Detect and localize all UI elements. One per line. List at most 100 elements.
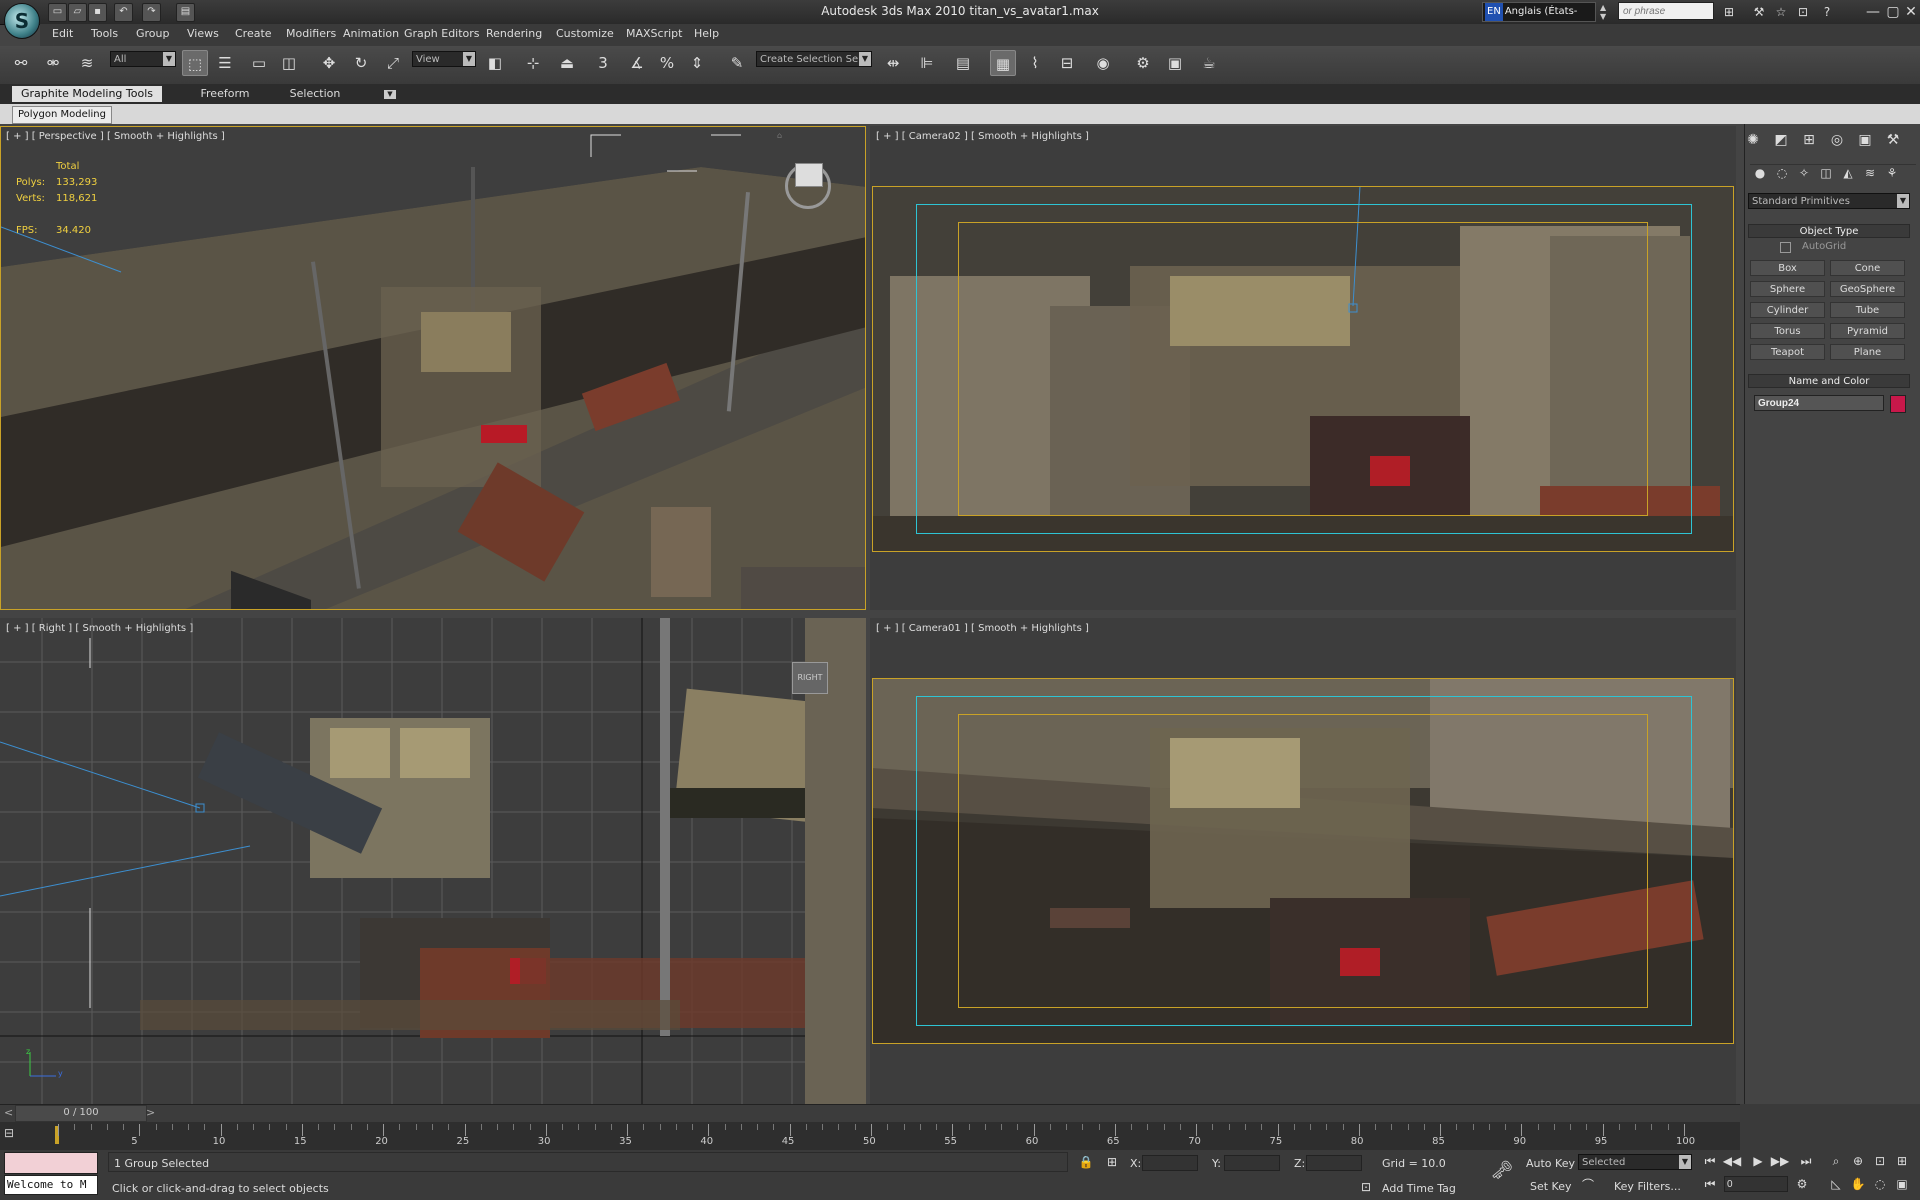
communication-icon[interactable]: ⊡ — [1794, 3, 1812, 21]
graphite-toggle-icon[interactable]: ▦ — [990, 50, 1016, 76]
rendered-frame-window-icon[interactable]: ▣ — [1162, 50, 1188, 76]
time-slider-next[interactable]: > — [146, 1106, 155, 1119]
field-of-view-icon[interactable]: ◺ — [1826, 1175, 1846, 1193]
maxscript-listener-bottom[interactable]: Welcome to M — [4, 1175, 98, 1195]
next-frame-icon[interactable]: ▶▶ — [1770, 1152, 1790, 1170]
object-name-input[interactable] — [1754, 395, 1884, 411]
polygon-modeling-panel[interactable]: Polygon Modeling — [12, 106, 112, 124]
binoculars-icon[interactable]: ⊞ — [1720, 3, 1738, 21]
mini-curve-editor-icon[interactable]: ⊟ — [4, 1126, 20, 1140]
language-indicator[interactable]: ENAnglais (États-Unis) — [1482, 2, 1596, 35]
helpers-icon[interactable]: ◭ — [1838, 164, 1858, 182]
goto-start-icon[interactable]: ⏮ — [1700, 1152, 1720, 1170]
time-slider-prev[interactable]: < — [4, 1106, 13, 1119]
default-tangent-icon[interactable]: ⌒ — [1578, 1176, 1598, 1194]
favorites-icon[interactable]: ☆ — [1772, 3, 1790, 21]
key-filters-button[interactable]: Key Filters... — [1614, 1180, 1681, 1193]
close-button[interactable]: ✕ — [1900, 2, 1920, 22]
time-configuration-icon[interactable]: ⚙ — [1792, 1175, 1812, 1193]
tube-button[interactable]: Tube — [1830, 302, 1905, 318]
sphere-button[interactable]: Sphere — [1750, 281, 1825, 297]
spinner-snap-icon[interactable]: ⇕ — [684, 50, 710, 76]
motion-tab-icon[interactable]: ◎ — [1826, 130, 1848, 150]
maximize-viewport-icon[interactable]: ▣ — [1892, 1175, 1912, 1193]
shapes-icon[interactable]: ◌ — [1772, 164, 1792, 182]
absolute-mode-icon[interactable]: ⊞ — [1102, 1153, 1122, 1171]
select-and-rotate-icon[interactable]: ↻ — [348, 50, 374, 76]
pyramid-button[interactable]: Pyramid — [1830, 323, 1905, 339]
material-editor-icon[interactable]: ◉ — [1090, 50, 1116, 76]
select-and-link-icon[interactable]: ⚯ — [8, 50, 34, 76]
menu-views[interactable]: Views — [187, 27, 219, 40]
utilities-tab-icon[interactable]: ⚒ — [1882, 130, 1904, 150]
set-key-button[interactable]: Set Key — [1530, 1180, 1572, 1193]
menu-modifiers[interactable]: Modifiers — [286, 27, 336, 40]
systems-icon[interactable]: ⚘ — [1882, 164, 1902, 182]
primitive-category-dropdown[interactable]: Standard Primitives — [1748, 193, 1910, 209]
time-tag-icon[interactable]: ⊡ — [1356, 1178, 1376, 1196]
angle-snap-icon[interactable]: ∡ — [624, 50, 650, 76]
viewcube[interactable] — [795, 163, 823, 187]
time-slider[interactable] — [0, 1104, 1740, 1123]
zoom-all-icon[interactable]: ⊕ — [1848, 1152, 1868, 1170]
geosphere-button[interactable]: GeoSphere — [1830, 281, 1905, 297]
select-and-move-icon[interactable]: ✥ — [316, 50, 342, 76]
key-mode-toggle-icon[interactable]: ⏮ — [1700, 1175, 1720, 1193]
menu-help[interactable]: Help — [694, 27, 719, 40]
menu-group[interactable]: Group — [136, 27, 170, 40]
tab-freeform[interactable]: Freeform — [190, 86, 260, 102]
play-icon[interactable]: ▶ — [1748, 1152, 1768, 1170]
autogrid-checkbox[interactable] — [1780, 242, 1791, 253]
ribbon-options-icon[interactable]: ▼ — [384, 90, 396, 99]
viewport-camera01[interactable] — [870, 618, 1736, 1104]
bind-to-space-warp-icon[interactable]: ≋ — [74, 50, 100, 76]
viewport-label-camera01[interactable]: [ + ] [ Camera01 ] [ Smooth + Highlights… — [876, 623, 1089, 634]
zoom-icon[interactable]: ⌕ — [1826, 1152, 1846, 1170]
viewport-camera02[interactable] — [870, 126, 1736, 610]
add-time-tag[interactable]: Add Time Tag — [1382, 1182, 1456, 1195]
keyboard-shortcut-toggle-icon[interactable]: ⏏ — [554, 50, 580, 76]
previous-frame-icon[interactable]: ◀◀ — [1722, 1152, 1742, 1170]
zoom-extents-all-icon[interactable]: ⊞ — [1892, 1152, 1912, 1170]
viewcube-right[interactable]: RIGHT — [792, 662, 828, 694]
set-key-icon[interactable]: 🗝 — [1490, 1162, 1514, 1180]
unlink-icon[interactable]: ⚮ — [40, 50, 66, 76]
window-crossing-icon[interactable]: ◫ — [276, 50, 302, 76]
create-tab-icon[interactable]: ✺ — [1742, 130, 1764, 150]
named-selection-dropdown[interactable]: Create Selection Se — [756, 51, 872, 67]
select-and-manipulate-icon[interactable]: ⊹ — [520, 50, 546, 76]
auto-key-button[interactable]: Auto Key — [1526, 1157, 1575, 1170]
cone-button[interactable]: Cone — [1830, 260, 1905, 276]
layer-manager-icon[interactable]: ▤ — [950, 50, 976, 76]
tab-selection[interactable]: Selection — [280, 86, 350, 102]
menu-tools[interactable]: Tools — [91, 27, 118, 40]
home-icon[interactable]: ⌂ — [777, 131, 785, 140]
time-slider-thumb[interactable]: 0 / 100 — [15, 1105, 147, 1122]
menu-rendering[interactable]: Rendering — [486, 27, 542, 40]
select-by-name-icon[interactable]: ☰ — [212, 50, 238, 76]
select-object-icon[interactable]: ⬚ — [182, 50, 208, 76]
snaps-toggle-icon[interactable]: 3 — [590, 50, 616, 76]
cameras-icon[interactable]: ◫ — [1816, 164, 1836, 182]
schematic-view-icon[interactable]: ⊟ — [1054, 50, 1080, 76]
language-spinner-icon[interactable]: ▲ ▼ — [1600, 3, 1612, 21]
viewport-label-perspective[interactable]: [ + ] [ Perspective ] [ Smooth + Highlig… — [6, 131, 225, 142]
cylinder-button[interactable]: Cylinder — [1750, 302, 1825, 318]
menu-animation[interactable]: Animation — [343, 27, 399, 40]
hierarchy-tab-icon[interactable]: ⊞ — [1798, 130, 1820, 150]
plane-button[interactable]: Plane — [1830, 344, 1905, 360]
render-setup-icon[interactable]: ⚙ — [1130, 50, 1156, 76]
tab-graphite-modeling-tools[interactable]: Graphite Modeling Tools — [12, 86, 162, 102]
percent-snap-icon[interactable]: % — [654, 50, 680, 76]
goto-end-icon[interactable]: ⏭ — [1796, 1152, 1816, 1170]
viewport-perspective[interactable]: ⌂ — [0, 126, 866, 610]
maxscript-listener-top[interactable] — [4, 1152, 98, 1174]
modify-tab-icon[interactable]: ◩ — [1770, 130, 1792, 150]
selection-filter-dropdown[interactable]: All — [110, 51, 176, 67]
object-type-rollout-header[interactable]: Object Type — [1748, 224, 1910, 238]
viewport-label-right[interactable]: [ + ] [ Right ] [ Smooth + Highlights ] — [6, 623, 193, 634]
render-production-icon[interactable]: ☕ — [1196, 50, 1222, 76]
selection-lock-icon[interactable]: 🔒 — [1076, 1153, 1096, 1171]
infocenter-search-input[interactable] — [1618, 2, 1714, 20]
key-mode-dropdown[interactable]: Selected — [1578, 1154, 1692, 1170]
